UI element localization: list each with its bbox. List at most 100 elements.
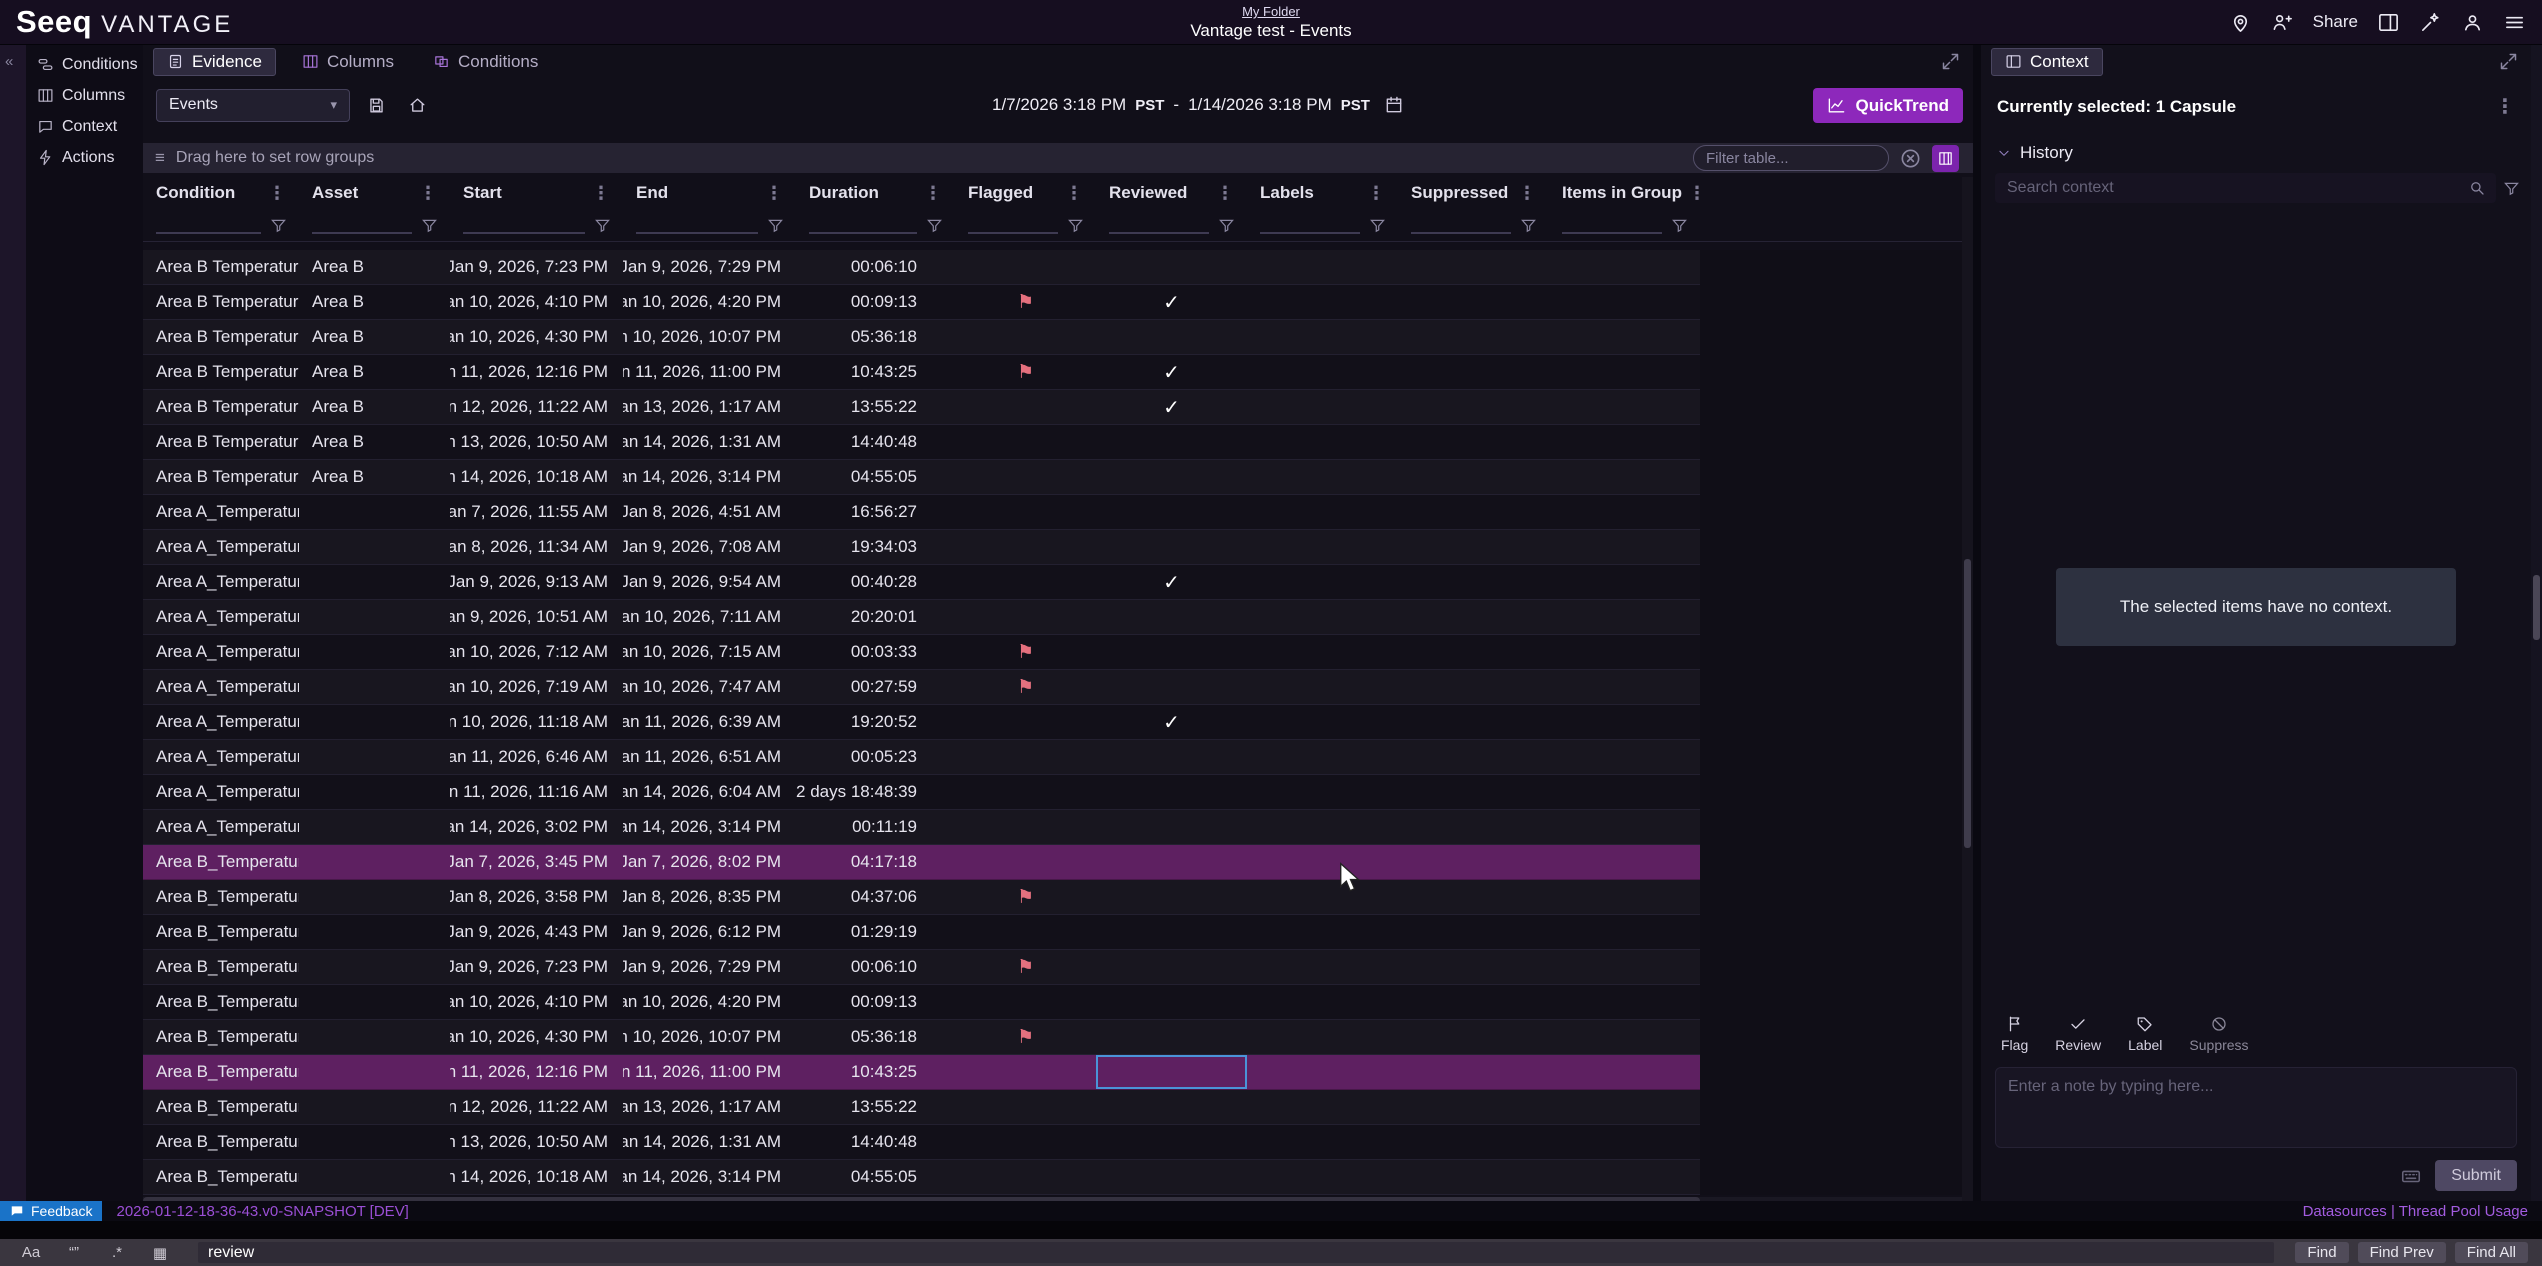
cell-condition[interactable]: Area A_Temperature >...: [143, 600, 299, 634]
cell-flagged[interactable]: [955, 1160, 1096, 1194]
cell-suppressed[interactable]: [1398, 670, 1549, 704]
column-header-suppressed[interactable]: Suppressed⋮: [1398, 177, 1549, 209]
cell-flagged[interactable]: ⚑: [955, 635, 1096, 669]
cell-duration[interactable]: 10:43:25: [796, 355, 955, 389]
cell-reviewed[interactable]: ✓: [1096, 390, 1247, 424]
cell-reviewed[interactable]: [1096, 950, 1247, 984]
cell-start[interactable]: Jan 12, 2026, 11:22 AM: [450, 390, 623, 424]
cell-end[interactable]: Jan 10, 2026, 7:11 AM: [623, 600, 796, 634]
cell-end[interactable]: Jan 10, 2026, 4:20 PM: [623, 285, 796, 319]
cell-items-in-group[interactable]: [1549, 565, 1700, 599]
cell-start[interactable]: Jan 10, 2026, 11:18 AM: [450, 705, 623, 739]
cell-asset[interactable]: Area B: [299, 285, 450, 319]
table-row[interactable]: Area A_Temperature >...Jan 14, 2026, 3:0…: [143, 810, 1700, 845]
column-menu-icon[interactable]: ⋮: [586, 183, 610, 204]
cell-duration[interactable]: 00:05:23: [796, 740, 955, 774]
column-header-items-in-group[interactable]: Items in Group⋮: [1549, 177, 1700, 209]
table-row[interactable]: Area B_Temperature ...Jan 7, 2026, 3:45 …: [143, 845, 1700, 880]
column-filter-reviewed[interactable]: [1096, 209, 1247, 241]
table-row[interactable]: Area A_Temperature >...Jan 11, 2026, 6:4…: [143, 740, 1700, 775]
cell-start[interactable]: Jan 9, 2026, 4:43 PM: [450, 915, 623, 949]
quicktrend-button[interactable]: QuickTrend: [1813, 88, 1963, 123]
cell-reviewed[interactable]: [1096, 810, 1247, 844]
cell-items-in-group[interactable]: [1549, 355, 1700, 389]
cell-reviewed[interactable]: [1096, 1125, 1247, 1159]
cell-asset[interactable]: Area B: [299, 320, 450, 354]
cell-flagged[interactable]: ⚑: [955, 285, 1096, 319]
cell-flagged[interactable]: [955, 1125, 1096, 1159]
cell-end[interactable]: Jan 14, 2026, 1:31 AM: [623, 1125, 796, 1159]
cell-start[interactable]: Jan 13, 2026, 10:50 AM: [450, 1125, 623, 1159]
cell-reviewed[interactable]: [1096, 320, 1247, 354]
cell-suppressed[interactable]: [1398, 1125, 1549, 1159]
column-filter-end[interactable]: [623, 209, 796, 241]
cell-asset[interactable]: [299, 705, 450, 739]
table-row[interactable]: Area B Temperature > ...Area BJan 14, 20…: [143, 460, 1700, 495]
cell-asset[interactable]: Area B: [299, 460, 450, 494]
column-menu-icon[interactable]: ⋮: [1512, 183, 1536, 204]
filter-funnel-icon[interactable]: [595, 218, 610, 233]
sidebar-item-columns[interactable]: Columns: [26, 80, 143, 111]
cell-asset[interactable]: [299, 1090, 450, 1124]
cell-labels[interactable]: [1247, 285, 1398, 319]
cell-end[interactable]: Jan 10, 2026, 4:20 PM: [623, 985, 796, 1019]
cell-end[interactable]: Jan 9, 2026, 9:54 AM: [623, 565, 796, 599]
cell-reviewed[interactable]: ✓: [1096, 565, 1247, 599]
date-range[interactable]: 1/7/2026 3:18 PM PST - 1/14/2026 3:18 PM…: [992, 78, 1404, 132]
cell-items-in-group[interactable]: [1549, 600, 1700, 634]
table-row[interactable]: Area B_Temperature ...Jan 12, 2026, 11:2…: [143, 1090, 1700, 1125]
cell-start[interactable]: Jan 10, 2026, 4:10 PM: [450, 985, 623, 1019]
cell-start[interactable]: Jan 14, 2026, 10:18 AM: [450, 1160, 623, 1194]
cell-suppressed[interactable]: [1398, 1020, 1549, 1054]
cell-duration[interactable]: 00:06:10: [796, 250, 955, 284]
cell-reviewed[interactable]: [1096, 1090, 1247, 1124]
cell-asset[interactable]: [299, 530, 450, 564]
cell-duration[interactable]: 14:40:48: [796, 425, 955, 459]
cell-duration[interactable]: 2 days 18:48:39: [796, 775, 955, 809]
cell-start[interactable]: Jan 8, 2026, 11:34 AM: [450, 530, 623, 564]
cell-items-in-group[interactable]: [1549, 1125, 1700, 1159]
cell-reviewed[interactable]: [1096, 670, 1247, 704]
cell-suppressed[interactable]: [1398, 495, 1549, 529]
cell-labels[interactable]: [1247, 390, 1398, 424]
cell-end[interactable]: Jan 14, 2026, 3:14 PM: [623, 810, 796, 844]
cell-items-in-group[interactable]: [1549, 1020, 1700, 1054]
cell-suppressed[interactable]: [1398, 705, 1549, 739]
table-row[interactable]: Area A_Temperature >...Jan 10, 2026, 7:1…: [143, 635, 1700, 670]
cell-suppressed[interactable]: [1398, 565, 1549, 599]
cell-reviewed[interactable]: [1096, 1160, 1247, 1194]
cell-end[interactable]: Jan 9, 2026, 7:08 AM: [623, 530, 796, 564]
cell-end[interactable]: Jan 13, 2026, 1:17 AM: [623, 1090, 796, 1124]
table-row[interactable]: Area A_Temperature >...Jan 7, 2026, 11:5…: [143, 495, 1700, 530]
user-profile-icon[interactable]: [2461, 11, 2484, 34]
cell-end[interactable]: Jan 10, 2026, 10:07 PM: [623, 320, 796, 354]
cell-items-in-group[interactable]: [1549, 460, 1700, 494]
column-filter-flagged[interactable]: [955, 209, 1096, 241]
cell-condition[interactable]: Area B_Temperature ...: [143, 1090, 299, 1124]
cell-labels[interactable]: [1247, 1160, 1398, 1194]
cell-asset[interactable]: [299, 635, 450, 669]
cell-reviewed[interactable]: [1096, 1055, 1247, 1089]
column-header-start[interactable]: Start⋮: [450, 177, 623, 209]
cell-suppressed[interactable]: [1398, 740, 1549, 774]
cell-labels[interactable]: [1247, 320, 1398, 354]
cell-labels[interactable]: [1247, 985, 1398, 1019]
table-row[interactable]: Area B Temperature > ...Area BJan 10, 20…: [143, 285, 1700, 320]
highlight-all-icon[interactable]: ▦: [143, 1242, 177, 1263]
cell-items-in-group[interactable]: [1549, 1090, 1700, 1124]
cell-start[interactable]: Jan 14, 2026, 3:02 PM: [450, 810, 623, 844]
cell-items-in-group[interactable]: [1549, 250, 1700, 284]
cell-suppressed[interactable]: [1398, 1160, 1549, 1194]
cell-labels[interactable]: [1247, 880, 1398, 914]
cell-suppressed[interactable]: [1398, 985, 1549, 1019]
cell-end[interactable]: Jan 9, 2026, 7:29 PM: [623, 250, 796, 284]
cell-condition[interactable]: Area B_Temperature ...: [143, 1125, 299, 1159]
cell-reviewed[interactable]: [1096, 775, 1247, 809]
cell-flagged[interactable]: [955, 775, 1096, 809]
filter-input-line[interactable]: [1562, 216, 1662, 234]
search-icon[interactable]: [2468, 179, 2486, 197]
window-scrollbar[interactable]: [2531, 45, 2542, 1201]
cell-asset[interactable]: Area B: [299, 355, 450, 389]
cell-reviewed[interactable]: [1096, 495, 1247, 529]
cell-asset[interactable]: Area B: [299, 250, 450, 284]
